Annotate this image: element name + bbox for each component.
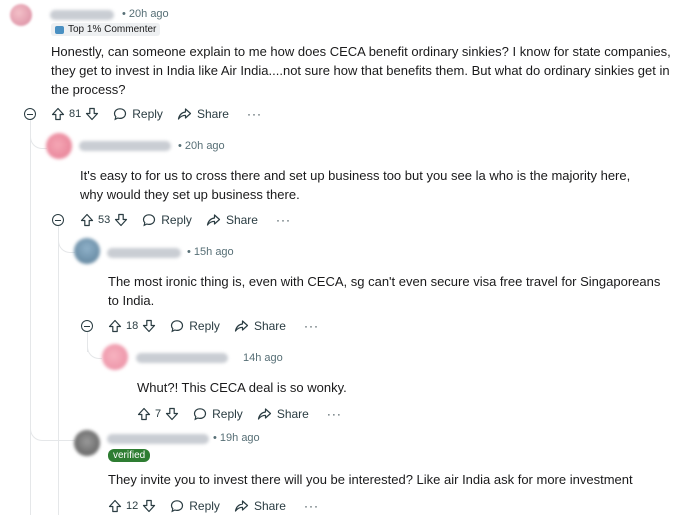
- upvote-icon[interactable]: [51, 107, 65, 121]
- vote-count: 18: [126, 320, 139, 332]
- comment-actions: 53 Reply Share ···: [80, 210, 291, 230]
- more-options-button[interactable]: ···: [304, 319, 319, 333]
- comment-actions: 18 Reply Share ···: [108, 316, 319, 336]
- collapse-button[interactable]: [52, 214, 64, 226]
- upvote-icon[interactable]: [137, 407, 151, 421]
- reply-icon: [114, 108, 127, 121]
- collapse-button[interactable]: [24, 108, 36, 120]
- reply-button[interactable]: Reply: [170, 319, 220, 333]
- comment-actions: 12 Reply Share ···: [108, 496, 319, 516]
- share-icon: [177, 108, 192, 120]
- reply-icon: [143, 214, 156, 227]
- more-options-button[interactable]: ···: [247, 107, 262, 121]
- more-options-button[interactable]: ···: [304, 499, 319, 513]
- share-icon: [206, 214, 221, 226]
- downvote-icon[interactable]: [165, 407, 179, 421]
- thread-connector: [58, 226, 75, 253]
- comment-body: Honestly, can someone explain to me how …: [51, 44, 671, 97]
- thread-connector: [30, 300, 75, 441]
- vote-count: 12: [126, 500, 139, 512]
- thread-connector: [87, 332, 102, 359]
- robot-icon: [55, 25, 64, 34]
- comment-actions: 7 Reply Share ···: [137, 404, 342, 424]
- share-button[interactable]: Share: [177, 107, 229, 121]
- reply-button[interactable]: Reply: [193, 407, 243, 421]
- reply-button[interactable]: Reply: [113, 107, 163, 121]
- vote-count: 7: [155, 408, 162, 420]
- downvote-icon[interactable]: [142, 499, 156, 513]
- thread-line-level2: [58, 226, 59, 515]
- avatar[interactable]: [102, 344, 128, 370]
- downvote-icon[interactable]: [142, 319, 156, 333]
- share-icon: [234, 320, 249, 332]
- downvote-icon[interactable]: [114, 213, 128, 227]
- share-icon: [234, 500, 249, 512]
- share-icon: [257, 408, 271, 420]
- upvote-icon[interactable]: [80, 213, 94, 227]
- reply-icon: [194, 408, 207, 421]
- reply-icon: [171, 320, 184, 333]
- share-button[interactable]: Share: [257, 407, 309, 421]
- verified-badge: verified: [108, 449, 151, 462]
- username-blurred[interactable]: [50, 10, 114, 20]
- share-button[interactable]: Share: [234, 499, 286, 513]
- comment-body: Whut?! This CECA deal is so wonky.: [137, 380, 347, 395]
- more-options-button[interactable]: ···: [276, 213, 291, 227]
- vote-count: 53: [98, 214, 111, 226]
- vote-count: 81: [69, 108, 82, 120]
- comment-timestamp: • 19h ago: [213, 432, 260, 444]
- upvote-icon[interactable]: [108, 319, 122, 333]
- username-blurred[interactable]: [107, 434, 209, 444]
- username-blurred[interactable]: [136, 353, 228, 363]
- username-blurred[interactable]: [107, 248, 181, 258]
- comment-timestamp: • 20h ago: [122, 8, 169, 20]
- avatar[interactable]: [10, 4, 32, 26]
- collapse-button[interactable]: [81, 320, 93, 332]
- reply-button[interactable]: Reply: [170, 499, 220, 513]
- downvote-icon[interactable]: [85, 107, 99, 121]
- comment-timestamp: 14h ago: [243, 352, 283, 364]
- username-blurred[interactable]: [79, 141, 171, 151]
- upvote-icon[interactable]: [108, 499, 122, 513]
- comment-body: They invite you to invest there will you…: [108, 472, 633, 487]
- comment-timestamp: • 15h ago: [187, 246, 234, 258]
- thread-connector: [30, 120, 47, 149]
- comment-body: The most ironic thing is, even with CECA…: [108, 274, 661, 308]
- avatar[interactable]: [46, 133, 72, 159]
- flair-badge: Top 1% Commenter: [51, 23, 161, 36]
- comment-timestamp: • 20h ago: [178, 140, 225, 152]
- share-button[interactable]: Share: [206, 213, 258, 227]
- reply-icon: [171, 500, 184, 513]
- avatar[interactable]: [74, 238, 100, 264]
- comment-actions: 81 Reply Share ···: [51, 104, 262, 124]
- reply-button[interactable]: Reply: [142, 213, 192, 227]
- more-options-button[interactable]: ···: [327, 407, 342, 421]
- comment-body: It's easy to for us to cross there and s…: [80, 168, 631, 202]
- share-button[interactable]: Share: [234, 319, 286, 333]
- avatar[interactable]: [74, 430, 100, 456]
